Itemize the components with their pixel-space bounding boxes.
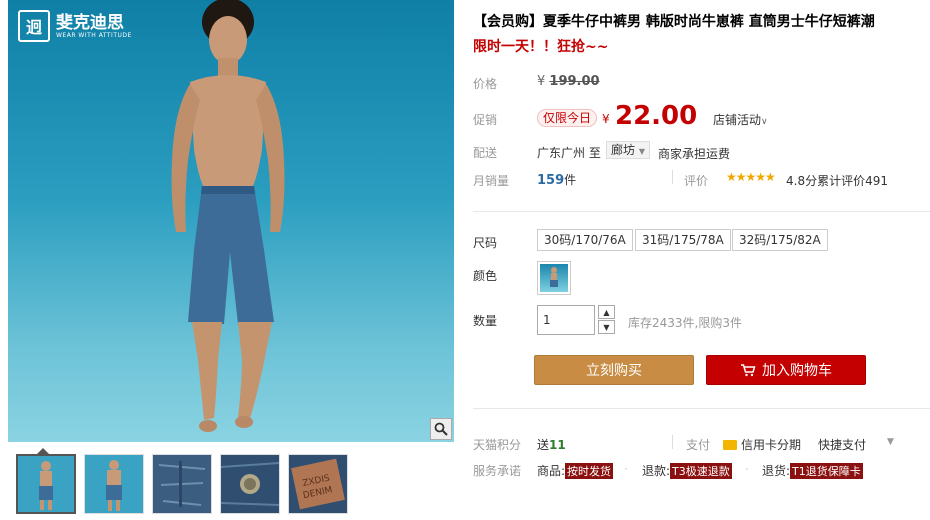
star-icon: ★★★★★ — [726, 170, 776, 184]
service-item-delivery[interactable]: 商品: 按时发货 — [537, 462, 614, 479]
original-price: ¥ 199.00 — [537, 74, 600, 89]
store-activity-dropdown[interactable]: 店铺活动∨ — [713, 111, 768, 128]
divider-line — [473, 211, 930, 212]
caret-down-icon[interactable]: ▼ — [887, 437, 894, 447]
chevron-down-icon: ∨ — [761, 117, 768, 127]
caret-down-icon: ▼ — [638, 147, 645, 156]
size-option-31[interactable]: 31码/175/78A — [635, 229, 731, 251]
original-price-currency: ¥ — [537, 74, 546, 89]
promo-price: 22.00 — [615, 101, 698, 131]
rating-summary-link[interactable]: 4.8分累计评价491 — [786, 172, 888, 189]
divider — [672, 435, 673, 449]
original-price-value: 199.00 — [549, 74, 600, 89]
service-item-return[interactable]: 退货: T1退货保障卡 — [762, 462, 863, 479]
stock-info: 库存2433件,限购3件 — [628, 316, 742, 330]
separator-dot: · — [624, 462, 628, 476]
shipping-from: 广东广州 至 — [537, 146, 601, 160]
rating-label: 评价 — [684, 174, 709, 188]
service-item-refund[interactable]: 退款: T3极速退款 — [642, 462, 732, 479]
thumbnail-4[interactable] — [220, 454, 280, 514]
promo-badge: 仅限今日 — [537, 109, 598, 127]
divider — [672, 170, 673, 184]
thumbnail-3[interactable] — [152, 454, 212, 514]
separator-dot: · — [745, 462, 749, 476]
brand-mark-icon: 迥 — [18, 10, 50, 42]
credit-installment-label: 信用卡分期 — [741, 438, 802, 452]
quantity-input[interactable] — [537, 305, 595, 335]
zoom-icon[interactable] — [430, 418, 452, 440]
credit-installment-link[interactable]: 信用卡分期 — [723, 436, 801, 453]
shipping-label: 配送 — [473, 146, 498, 160]
payment-label: 支付 — [686, 438, 711, 452]
product-subtitle: 限时一天！！狂抢~~ — [473, 39, 609, 55]
quick-pay-label[interactable]: 快捷支付 — [818, 436, 866, 453]
thumbnail-strip: ZXDIS DENIM — [8, 446, 454, 520]
monthly-sales-label: 月销量 — [473, 174, 510, 188]
service-prefix: 退货: — [762, 464, 791, 478]
thumbnail-1[interactable] — [16, 454, 76, 514]
price-label: 价格 — [473, 77, 498, 91]
thumbnail-2[interactable] — [84, 454, 144, 514]
color-label: 颜色 — [473, 269, 498, 283]
service-prefix: 退款: — [642, 464, 671, 478]
color-swatch[interactable] — [537, 261, 571, 295]
points-amount: 11 — [549, 438, 566, 452]
points-prefix: 送 — [537, 438, 550, 452]
points-value: 送11 — [537, 436, 566, 453]
shipping-note: 商家承担运费 — [658, 147, 731, 161]
add-to-cart-label: 加入购物车 — [762, 363, 832, 379]
buy-now-button[interactable]: 立刻购买 — [534, 355, 694, 385]
quantity-increase-icon[interactable]: ▲ — [598, 305, 615, 319]
service-prefix: 商品: — [537, 464, 566, 478]
points-label: 天猫积分 — [473, 438, 522, 452]
main-product-image[interactable]: 迥 斐克迪思 WEAR WITH ATTITUDE — [8, 0, 454, 442]
brand-slogan: WEAR WITH ATTITUDE — [56, 31, 132, 39]
model-figure — [171, 0, 285, 432]
shipping-destination-select[interactable]: 廊坊 ▼ — [606, 141, 650, 159]
size-option-30[interactable]: 30码/170/76A — [537, 229, 633, 251]
brand-name: 斐克迪思 — [56, 12, 124, 33]
add-to-cart-button[interactable]: 加入购物车 — [706, 355, 866, 385]
service-tag: 按时发货 — [565, 463, 614, 479]
brand-logo: 迥 斐克迪思 WEAR WITH ATTITUDE — [18, 10, 132, 42]
service-tag: T3极速退款 — [670, 463, 732, 479]
size-label: 尺码 — [473, 236, 498, 250]
store-activity-label: 店铺活动 — [713, 113, 762, 127]
promo-label: 促销 — [473, 113, 498, 127]
service-tag: T1退货保障卡 — [790, 463, 863, 479]
divider-line — [473, 408, 930, 409]
service-label: 服务承诺 — [473, 464, 522, 478]
product-title: 【会员购】夏季牛仔中裤男 韩版时尚牛崽裤 直筒男士牛仔短裤潮 — [473, 14, 875, 30]
quantity-label: 数量 — [473, 314, 498, 328]
monthly-sales: 159件 — [537, 171, 576, 188]
credit-card-icon — [723, 439, 737, 450]
cart-icon — [741, 364, 756, 377]
monthly-sales-count: 159 — [537, 173, 565, 188]
thumbnail-5[interactable]: ZXDIS DENIM — [288, 454, 348, 514]
shipping-destination: 廊坊 — [611, 143, 636, 157]
quantity-decrease-icon[interactable]: ▼ — [598, 320, 615, 334]
monthly-sales-unit: 件 — [564, 173, 577, 187]
buy-now-label: 立刻购买 — [586, 363, 642, 379]
size-option-32[interactable]: 32码/175/82A — [732, 229, 828, 251]
promo-currency: ¥ — [602, 112, 610, 126]
